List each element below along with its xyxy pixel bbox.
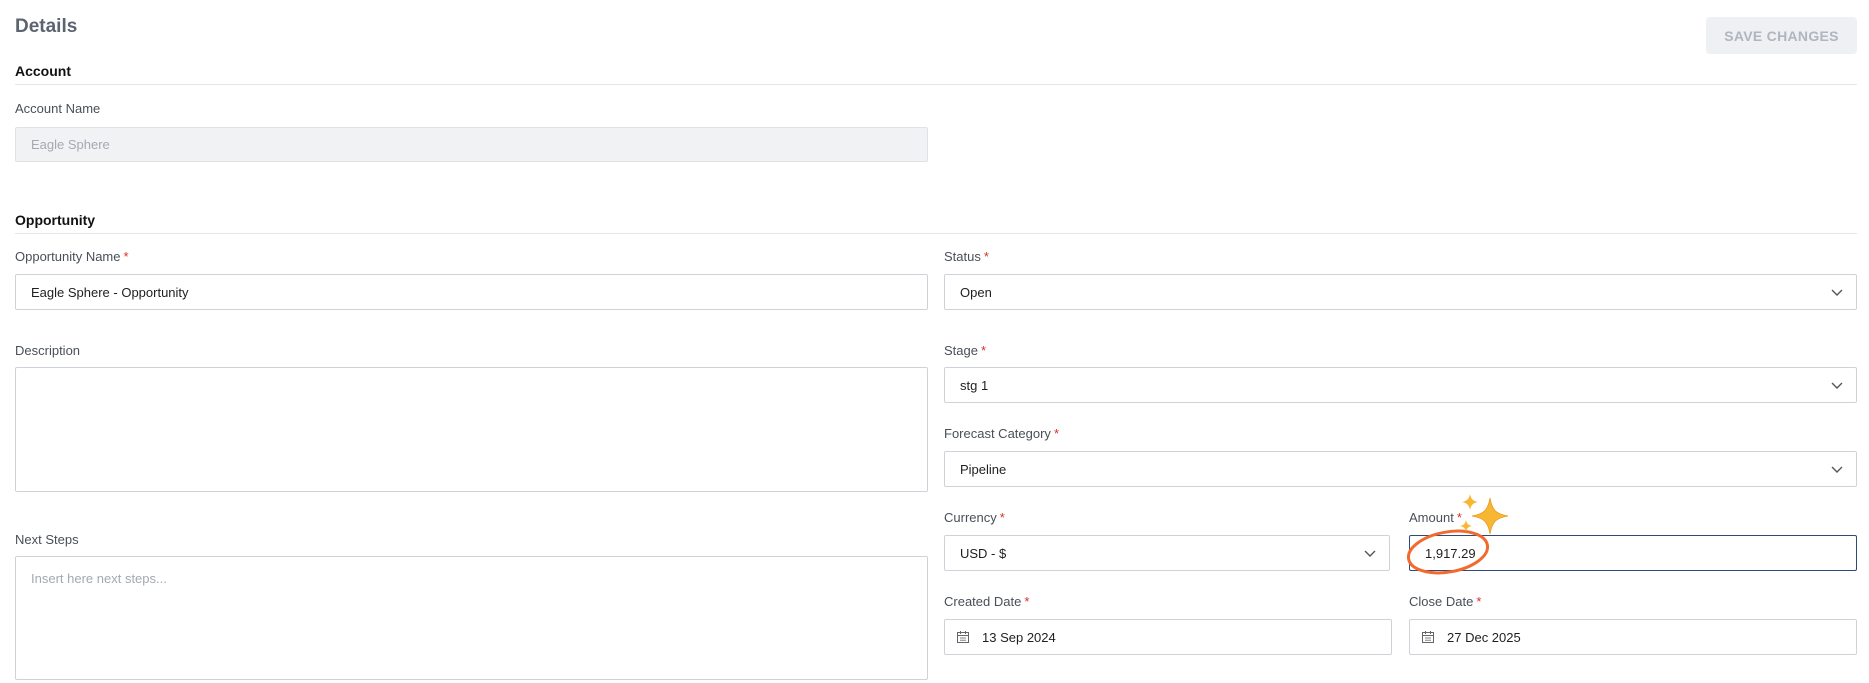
calendar-icon (1422, 631, 1434, 643)
required-marker: * (999, 510, 1005, 525)
forecast-category-label: Forecast Category * (944, 426, 1059, 441)
required-marker: * (1024, 594, 1030, 609)
chevron-down-icon (1831, 382, 1843, 389)
account-name-value: Eagle Sphere (31, 137, 110, 152)
chevron-down-icon (1831, 466, 1843, 473)
required-marker: * (1053, 426, 1059, 441)
next-steps-textarea[interactable]: Insert here next steps... (15, 556, 928, 680)
account-name-label: Account Name (15, 101, 101, 116)
close-date-picker[interactable]: 27 Dec 2025 (1409, 619, 1857, 655)
currency-select[interactable]: USD - $ (944, 535, 1390, 571)
opportunity-divider (15, 233, 1857, 234)
description-textarea[interactable] (15, 367, 928, 492)
status-label: Status * (944, 249, 989, 264)
created-date-picker[interactable]: 13 Sep 2024 (944, 619, 1392, 655)
created-date-value: 13 Sep 2024 (982, 629, 1056, 645)
amount-label: Amount * (1409, 510, 1462, 525)
forecast-category-value: Pipeline (960, 461, 1007, 477)
close-date-label: Close Date * (1409, 594, 1482, 609)
required-marker: * (980, 343, 987, 358)
currency-value: USD - $ (960, 545, 1007, 561)
amount-input[interactable]: 1,917.29 (1409, 535, 1857, 571)
next-steps-label: Next Steps (15, 532, 79, 547)
forecast-category-select[interactable]: Pipeline (944, 451, 1857, 487)
opportunity-name-value: Eagle Sphere - Opportunity (31, 284, 189, 300)
stage-label: Stage * (944, 343, 987, 358)
sparkle-icon (1460, 494, 1509, 535)
required-marker: * (983, 249, 989, 264)
amount-value: 1,917.29 (1425, 545, 1476, 561)
page-title: Details (15, 16, 78, 37)
status-select[interactable]: Open (944, 274, 1857, 310)
description-label: Description (15, 343, 81, 358)
required-marker: * (1476, 594, 1482, 609)
currency-label: Currency * (944, 510, 1005, 525)
save-changes-button[interactable]: SAVE CHANGES (1706, 17, 1857, 54)
opportunity-name-label: Opportunity Name * (15, 249, 129, 264)
account-section-title: Account (15, 63, 71, 79)
opportunity-section-title: Opportunity (15, 212, 96, 228)
chevron-down-icon (1831, 289, 1843, 296)
account-name-field: Eagle Sphere (15, 127, 928, 162)
close-date-value: 27 Dec 2025 (1447, 629, 1521, 645)
status-value: Open (960, 284, 992, 300)
required-marker: * (1456, 510, 1462, 525)
chevron-down-icon (1364, 550, 1376, 557)
stage-value: stg 1 (960, 377, 989, 393)
calendar-icon (957, 631, 969, 643)
created-date-label: Created Date * (944, 594, 1030, 609)
opportunity-name-input[interactable]: Eagle Sphere - Opportunity (15, 274, 928, 310)
stage-select[interactable]: stg 1 (944, 367, 1857, 403)
account-divider (15, 84, 1857, 85)
required-marker: * (123, 249, 129, 264)
